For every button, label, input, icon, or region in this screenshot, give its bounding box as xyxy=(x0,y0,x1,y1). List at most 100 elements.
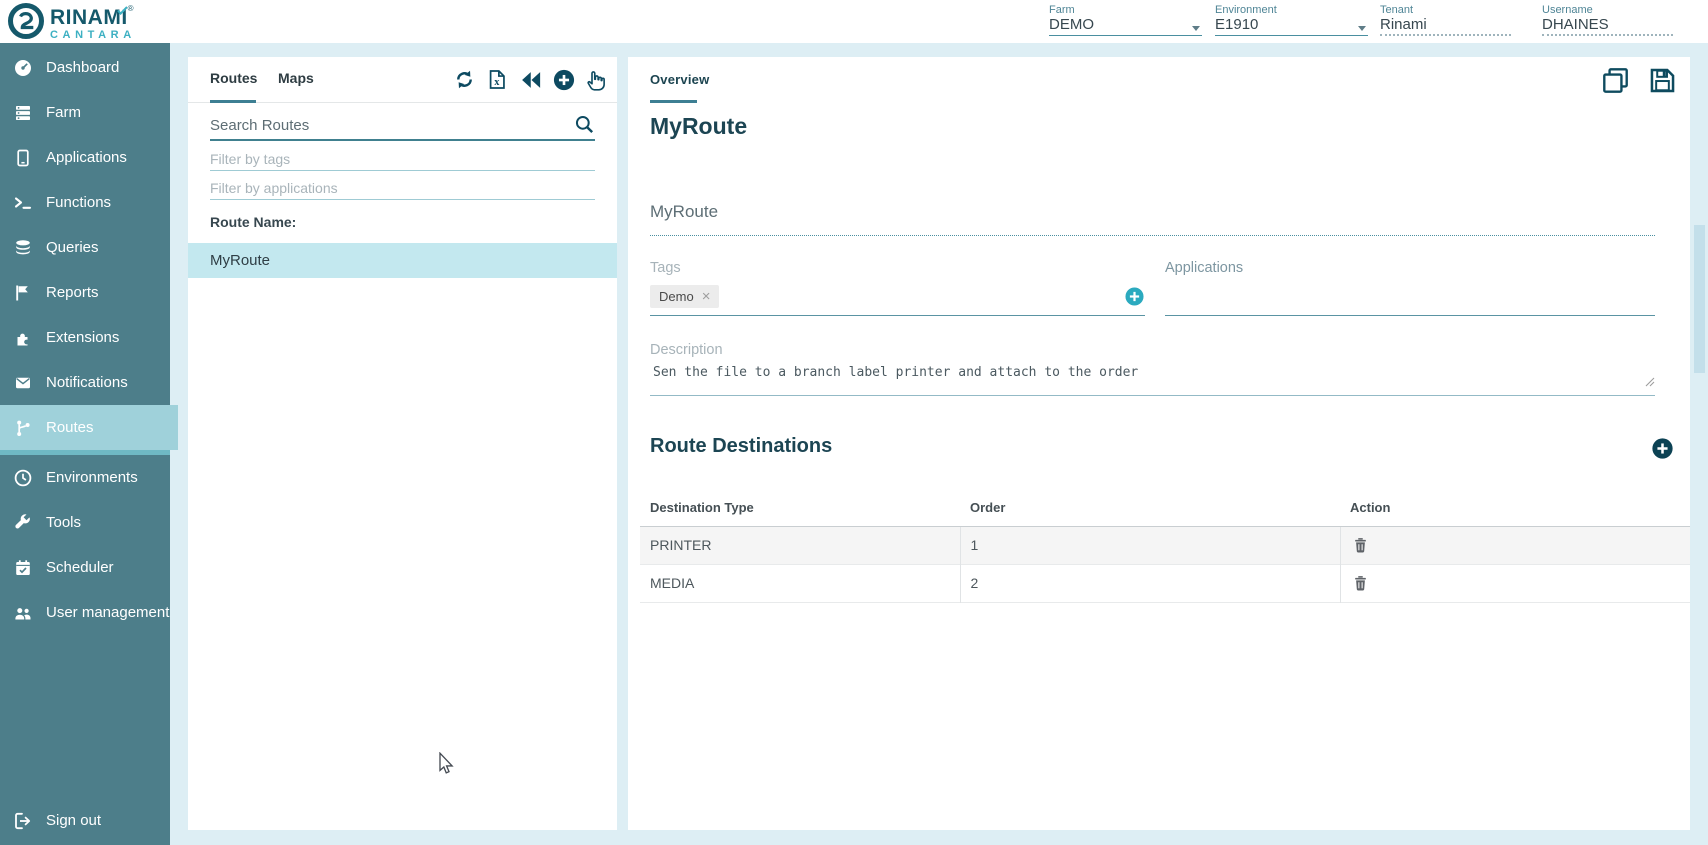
field-underline xyxy=(1049,35,1202,36)
vertical-scrollbar-thumb[interactable] xyxy=(1694,225,1705,373)
routes-toolbar: x xyxy=(452,67,609,92)
environment-label: Environment xyxy=(1215,4,1277,16)
field-underline xyxy=(1542,34,1673,36)
sidebar-item-farm[interactable]: Farm xyxy=(0,90,170,135)
environment-select[interactable]: Environment E1910 xyxy=(1215,0,1368,43)
table-row[interactable]: MEDIA 2 xyxy=(640,564,1690,602)
brand-subtitle: CANTARA xyxy=(50,30,136,41)
order-cell: 1 xyxy=(960,526,1340,564)
description-field: Description Sen the file to a branch lab… xyxy=(650,342,1655,396)
sidebar-item-label: Applications xyxy=(46,149,127,166)
server-icon xyxy=(13,103,33,123)
tablet-icon xyxy=(13,148,33,168)
sidebar-item-label: Sign out xyxy=(46,812,101,829)
sidebar-item-label: Farm xyxy=(46,104,81,121)
refresh-button[interactable] xyxy=(452,67,477,92)
puzzle-icon xyxy=(13,328,33,348)
sidebar-item-label: Functions xyxy=(46,194,111,211)
route-branch-icon xyxy=(13,418,33,438)
add-route-button[interactable] xyxy=(551,67,576,92)
route-name: MyRoute xyxy=(210,252,270,269)
add-tag-button[interactable] xyxy=(1124,286,1145,307)
top-bar: RINAMI® CANTARA Farm DEMO Environment E1… xyxy=(0,0,1708,43)
environment-value: E1910 xyxy=(1215,16,1354,33)
username-value: DHAINES xyxy=(1542,16,1659,33)
destinations-table: Destination Type Order Action PRINTER 1 … xyxy=(640,490,1690,603)
username-label: Username xyxy=(1542,4,1593,16)
search-icon[interactable] xyxy=(574,114,595,140)
remove-tag-icon[interactable]: × xyxy=(702,291,711,302)
sidebar-item-label: Scheduler xyxy=(46,559,114,576)
sign-out-icon xyxy=(13,811,33,831)
sidebar-item-reports[interactable]: Reports xyxy=(0,270,170,315)
sidebar-item-dashboard[interactable]: Dashboard xyxy=(0,45,170,90)
destination-type-cell: MEDIA xyxy=(640,564,960,602)
tab-routes[interactable]: Routes xyxy=(210,70,257,86)
brand-mark-icon xyxy=(7,2,45,45)
sidebar-item-notifications[interactable]: Notifications xyxy=(0,360,170,405)
database-icon xyxy=(13,238,33,258)
sidebar-item-scheduler[interactable]: Scheduler xyxy=(0,545,170,590)
registered-mark: ® xyxy=(128,4,134,13)
sidebar-item-user-management[interactable]: User management xyxy=(0,590,170,635)
column-header-order: Order xyxy=(960,490,1340,526)
filter-applications-input[interactable] xyxy=(210,174,595,196)
route-name-field[interactable]: MyRoute xyxy=(650,202,1655,236)
sidebar-item-queries[interactable]: Queries xyxy=(0,225,170,270)
tenant-label: Tenant xyxy=(1380,4,1413,16)
sidebar-item-environments[interactable]: Environments xyxy=(0,455,170,500)
delete-destination-button[interactable] xyxy=(1351,535,1370,555)
delete-destination-button[interactable] xyxy=(1351,573,1370,593)
sidebar-item-tools[interactable]: Tools xyxy=(0,500,170,545)
sidebar-item-applications[interactable]: Applications xyxy=(0,135,170,180)
filter-tags-input[interactable] xyxy=(210,145,595,167)
sidebar-item-functions[interactable]: Functions xyxy=(0,180,170,225)
sidebar-item-label: Routes xyxy=(46,419,94,436)
tenant-field[interactable]: Tenant Rinami xyxy=(1380,0,1511,43)
sidebar-item-sign-out[interactable]: Sign out xyxy=(0,798,170,843)
sidebar-item-label: Environments xyxy=(46,469,138,486)
users-icon xyxy=(13,603,33,623)
search-routes-input[interactable] xyxy=(210,109,565,134)
table-header-row: Destination Type Order Action xyxy=(640,490,1690,526)
route-detail-panel: Overview MyRoute MyRoute Tags Demo × App… xyxy=(628,57,1690,830)
routes-list-panel: Routes Maps x Route Name: MyRo xyxy=(188,57,617,830)
field-underline xyxy=(1215,35,1368,36)
export-excel-button[interactable]: x xyxy=(485,67,510,92)
active-tab-indicator xyxy=(650,100,697,103)
sidebar-item-label: Reports xyxy=(46,284,99,301)
username-field[interactable]: Username DHAINES xyxy=(1542,0,1673,43)
farm-select[interactable]: Farm DEMO xyxy=(1049,0,1202,43)
sidebar-item-routes[interactable]: Routes xyxy=(0,405,178,450)
description-input[interactable]: Sen the file to a branch label printer a… xyxy=(650,365,1655,391)
calendar-check-icon xyxy=(13,558,33,578)
applications-field[interactable]: Applications xyxy=(1165,260,1655,316)
route-list-item-selected[interactable]: MyRoute xyxy=(188,243,617,278)
table-row[interactable]: PRINTER 1 xyxy=(640,526,1690,564)
destination-type-cell: PRINTER xyxy=(640,526,960,564)
column-header-destination-type: Destination Type xyxy=(640,490,960,526)
sidebar-item-label: Extensions xyxy=(46,329,119,346)
column-header-action: Action xyxy=(1340,490,1690,526)
tenant-value: Rinami xyxy=(1380,16,1497,33)
sidebar-item-label: User management xyxy=(46,604,169,621)
route-name-value: MyRoute xyxy=(650,202,1655,222)
copy-button[interactable] xyxy=(1601,66,1630,95)
add-destination-button[interactable] xyxy=(1651,437,1674,460)
hand-pointer-icon[interactable] xyxy=(584,67,609,92)
sidebar-item-extensions[interactable]: Extensions xyxy=(0,315,170,360)
svg-text:x: x xyxy=(494,77,500,88)
chevron-down-icon xyxy=(1192,26,1200,31)
tag-chip: Demo × xyxy=(650,285,719,308)
search-field xyxy=(210,109,595,141)
sidebar-item-label: Tools xyxy=(46,514,81,531)
tab-maps[interactable]: Maps xyxy=(278,70,314,86)
resize-grip-icon[interactable] xyxy=(1645,374,1655,392)
routes-list: MyRoute xyxy=(188,243,617,278)
dashboard-icon xyxy=(13,58,33,78)
tab-overview[interactable]: Overview xyxy=(650,72,709,87)
field-underline xyxy=(1380,34,1511,36)
save-button[interactable] xyxy=(1648,66,1677,95)
farm-label: Farm xyxy=(1049,4,1075,16)
rewind-button[interactable] xyxy=(518,67,543,92)
